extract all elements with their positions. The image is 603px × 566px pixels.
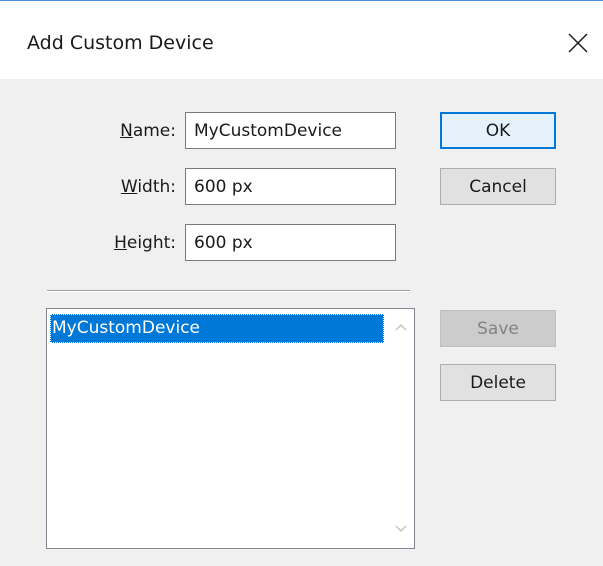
close-icon (568, 33, 588, 53)
device-listbox[interactable]: MyCustomDevice (46, 308, 415, 549)
height-input[interactable] (185, 224, 396, 261)
cancel-button[interactable]: Cancel (440, 168, 556, 205)
save-button[interactable]: Save (440, 310, 556, 347)
width-label-mnemonic: W (120, 177, 138, 197)
width-label-rest: idth: (137, 177, 176, 197)
height-label: Height: (86, 233, 176, 253)
chevron-up-icon (395, 324, 407, 331)
name-label-rest: ame: (132, 121, 176, 141)
scroll-up-button[interactable] (390, 317, 412, 337)
width-input[interactable] (185, 168, 396, 205)
height-label-rest: eight: (126, 233, 176, 253)
name-input[interactable] (185, 112, 396, 149)
scroll-down-button[interactable] (390, 519, 412, 539)
ok-button[interactable]: OK (440, 112, 556, 149)
separator (47, 290, 410, 292)
list-item-selected[interactable]: MyCustomDevice (50, 314, 384, 343)
name-label-mnemonic: N (120, 121, 133, 141)
width-label: Width: (86, 177, 176, 197)
chevron-down-icon (395, 525, 407, 532)
height-label-mnemonic: H (114, 233, 127, 253)
name-label: Name: (86, 121, 176, 141)
dialog-title: Add Custom Device (27, 32, 214, 54)
close-button[interactable] (553, 23, 597, 63)
add-custom-device-dialog: Add Custom Device Name: Width: Height: O… (0, 0, 603, 566)
title-bar[interactable]: Add Custom Device (0, 1, 603, 79)
delete-button[interactable]: Delete (440, 364, 556, 401)
